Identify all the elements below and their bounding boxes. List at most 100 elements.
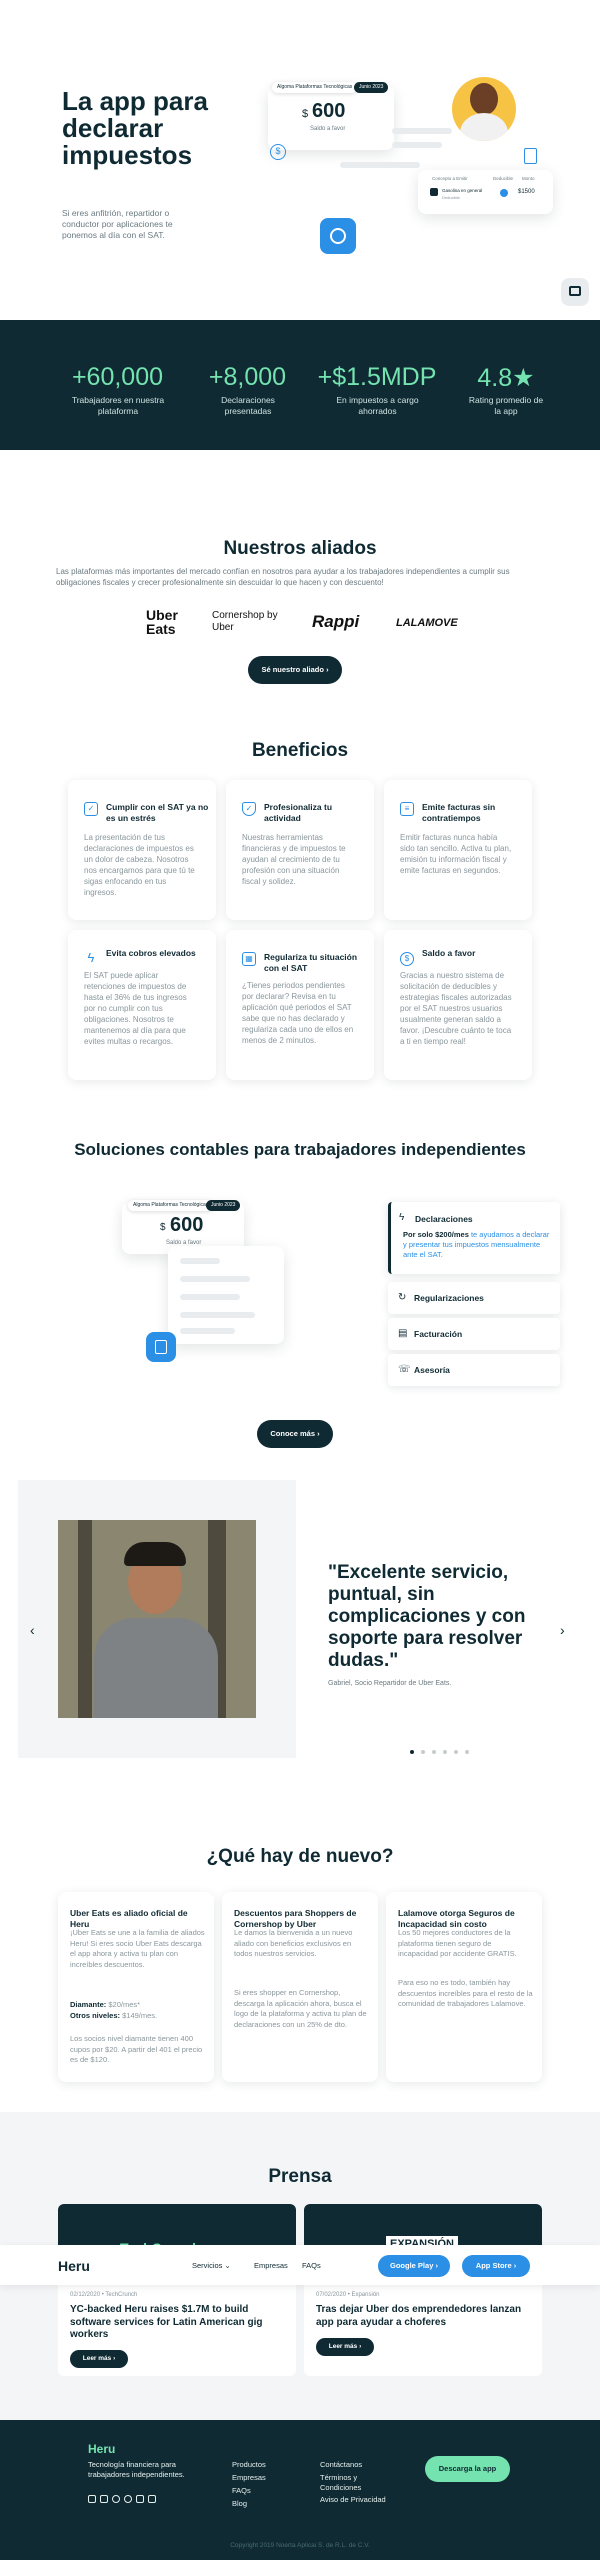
news-item-body: Los 50 mejores conductores de la platafo… (398, 1928, 517, 1958)
solution-tab[interactable]: ↻ Regularizaciones (388, 1282, 560, 1314)
press-item-title: YC-backed Heru raises $1.7M to build sof… (70, 2304, 263, 2340)
cornershop-logo: Cornershop by Uber (212, 610, 278, 633)
company-badge: Algoma Plataformas Tecnológicas (272, 82, 358, 93)
carousel-prev-button[interactable]: ‹ (30, 1622, 35, 1638)
stat-label: Rating promedio de la app (468, 395, 544, 416)
benefit-body: Nuestras herramientas financieras y de i… (242, 833, 346, 886)
footer-link-companies[interactable]: Empresas (232, 2473, 266, 2482)
benefit-title: Regulariza tu situación con el SAT (264, 952, 358, 973)
chevron-right-icon: › (317, 1429, 320, 1438)
dollar-icon: $ (400, 952, 414, 966)
document-icon: ≡ (400, 802, 414, 816)
benefit-card: $ Saldo a favor Gracias a nuestro sistem… (384, 930, 532, 1080)
news-card: Lalamove otorga Seguros de Incapacidad s… (386, 1892, 542, 2082)
learn-more-button[interactable]: Conoce más › (257, 1420, 333, 1448)
press-card: 07/02/2020 • Expansión Tras dejar Uber d… (304, 2284, 542, 2376)
solution-tab[interactable]: ☏ Asesoría (388, 1354, 560, 1386)
footer-link-contact[interactable]: Contáctanos (320, 2460, 362, 2469)
instagram-icon[interactable] (112, 2495, 120, 2503)
check-circle-icon (500, 189, 508, 197)
footer-link-products[interactable]: Productos (232, 2460, 266, 2469)
benefit-body: ¿Tienes periodos pendientes por declarar… (242, 981, 354, 1045)
download-app-button[interactable]: Descarga la app (425, 2456, 510, 2482)
period-badge: Junio 2023 (206, 1200, 241, 1211)
uber-eats-logo: Uber Eats (146, 607, 178, 637)
benefit-card: ✓ Profesionaliza tu actividad Nuestras h… (226, 780, 374, 920)
footer-logo[interactable]: Heru (88, 2442, 115, 2456)
news-item-body: ¡Uber Eats se une a la familia de aliado… (70, 1928, 205, 1969)
solution-tab-active[interactable]: ϟ Declaraciones Por solo $200/mes te ayu… (388, 1202, 560, 1274)
youtube-icon[interactable] (148, 2495, 156, 2503)
news-item-title: Uber Eats es aliado oficial de Heru (70, 1908, 188, 1929)
news-title: ¿Qué hay de nuevo? (206, 1846, 394, 1867)
stat-value: +8,000 (208, 363, 287, 391)
carousel-dot[interactable] (454, 1750, 458, 1754)
solution-active-desc: Por solo $200/mes te ayudamos a declarar… (403, 1230, 550, 1259)
stat-value: +60,000 (71, 363, 164, 391)
chat-widget-button[interactable] (561, 278, 589, 306)
stat-label: Trabajadores en nuestra plataforma (71, 395, 165, 416)
balance-card: Algoma Plataformas Tecnológicas Junio 20… (268, 82, 394, 150)
press-card: 02/12/2020 • TechCrunch YC-backed Heru r… (58, 2284, 296, 2376)
solution-tab[interactable]: ▤ Facturación (388, 1318, 560, 1350)
table-row-sub: Deducible (442, 195, 460, 200)
solution-active-label: Declaraciones (415, 1214, 473, 1224)
footer-link-privacy[interactable]: Aviso de Privacidad (320, 2495, 386, 2504)
read-more-button[interactable]: Leer más › (70, 2350, 128, 2368)
news-item-body: Le damos la bienvenida a un nuevo aliado… (234, 1928, 353, 1958)
solution-tab-label: Regularizaciones (414, 1293, 484, 1303)
press-meta: 07/02/2020 • Expansión (316, 2292, 380, 2298)
sticky-navbar: Heru Servicios ⌄ Empresas FAQs Google Pl… (0, 2245, 600, 2285)
press-title: Prensa (268, 2166, 332, 2187)
news-item-footer: Los socios nivel diamante tienen 400 cup… (70, 2034, 203, 2064)
deductible-table: Concepto a Emitir Deducible Monto Gasoli… (418, 170, 553, 214)
news-item-body: Para eso no es todo, también hay descuen… (398, 1978, 533, 2008)
nav-link-companies[interactable]: Empresas (254, 2261, 288, 2270)
carousel-next-button[interactable]: › (560, 1622, 565, 1638)
google-play-button[interactable]: Google Play › (378, 2255, 450, 2277)
footer-link-blog[interactable]: Blog (232, 2499, 247, 2508)
carousel-dot[interactable] (443, 1750, 447, 1754)
dollar-circle-icon: $ (270, 144, 286, 160)
carousel-dot[interactable] (410, 1750, 414, 1754)
heru-logo[interactable]: Heru (58, 2258, 90, 2274)
solution-tab-label: Asesoría (414, 1365, 450, 1375)
read-more-button[interactable]: Leer más › (316, 2338, 374, 2356)
carousel-dot[interactable] (421, 1750, 425, 1754)
hero-title: La app para declarar impuestos (62, 86, 208, 170)
stat-label: En impuestos a cargo ahorrados (336, 395, 419, 416)
table-row-label: Gasolina en general (442, 188, 483, 193)
nav-link-faqs[interactable]: FAQs (302, 2261, 321, 2270)
user-avatar (452, 77, 516, 141)
benefit-title: Cumplir con el SAT ya no es un estrés (106, 802, 209, 823)
table-col-deductible: Deducible (493, 176, 514, 181)
stat-value: 4.8★ (477, 364, 535, 392)
benefit-card: ✓ Cumplir con el SAT ya no es un estrés … (68, 780, 216, 920)
twitter-icon[interactable] (100, 2495, 108, 2503)
facebook-icon[interactable] (88, 2495, 96, 2503)
carousel-dot[interactable] (465, 1750, 469, 1754)
whatsapp-icon[interactable] (124, 2495, 132, 2503)
linkedin-icon[interactable] (136, 2495, 144, 2503)
benefit-title: Saldo a favor (422, 948, 476, 958)
hero-subtitle: Si eres anfitrión, repartidor o conducto… (62, 208, 173, 240)
bolt-icon: ϟ (87, 950, 95, 965)
nav-link-services[interactable]: Servicios ⌄ (192, 2261, 231, 2270)
benefit-title: Evita cobros elevados (106, 948, 196, 958)
news-item-title: Lalamove otorga Seguros de Incapacidad s… (398, 1908, 515, 1929)
benefits-title: Beneficios (251, 740, 349, 761)
benefit-body: Emitir facturas nunca había sido tan sen… (400, 833, 512, 875)
app-store-button[interactable]: App Store › (462, 2255, 530, 2277)
carousel-dot[interactable] (432, 1750, 436, 1754)
hero-section: La app para declarar impuestos Si eres a… (0, 0, 600, 320)
become-ally-button[interactable]: Sé nuestro aliado › (248, 656, 342, 684)
balance-amount: 600 (170, 1214, 204, 1236)
footer-link-terms[interactable]: Términos y Condiciones (320, 2473, 380, 2492)
footer-link-faqs[interactable]: FAQs (232, 2486, 251, 2495)
lalamove-logo: LALAMOVE (396, 617, 458, 629)
chevron-right-icon: › (359, 2343, 362, 2350)
stats-band: +60,000 Trabajadores en nuestra platafor… (0, 320, 600, 450)
copyright: Copyright 2019 Noerta Aplicai S. de R.L.… (230, 2542, 370, 2549)
benefit-body: La presentación de tus declaraciones de … (84, 833, 195, 897)
check-square-icon: ✓ (84, 802, 98, 816)
